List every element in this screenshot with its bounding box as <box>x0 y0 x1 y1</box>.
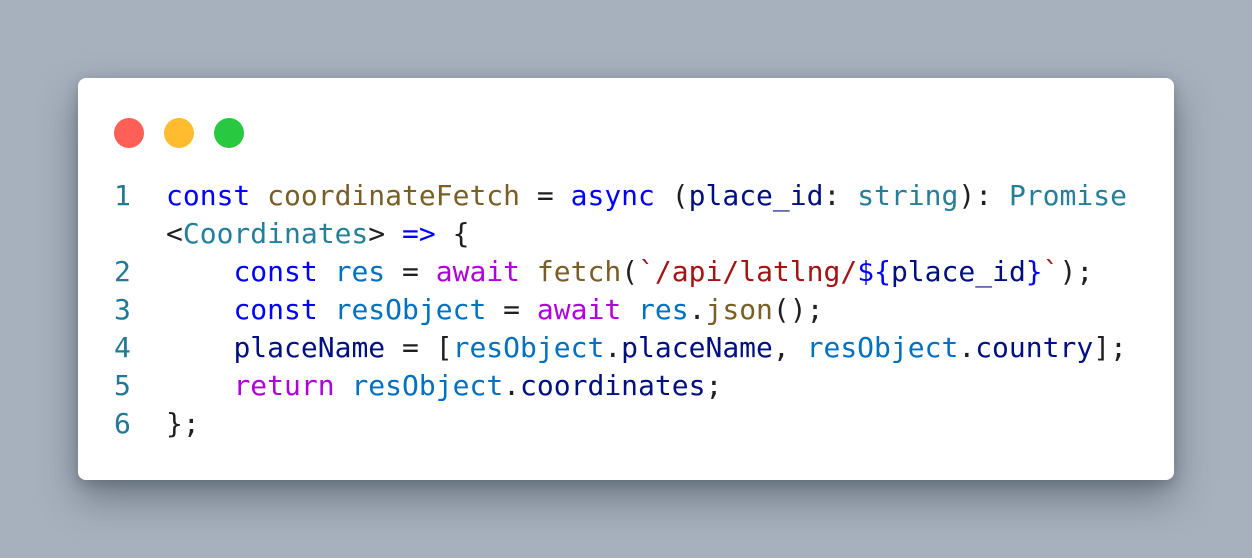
line-number: 4 <box>114 331 131 364</box>
line-text: <Coordinates> => { <box>166 215 469 253</box>
code-token: const <box>166 179 251 212</box>
code-token: place_id <box>688 179 824 212</box>
line-text: const resObject = await res.json(); <box>166 291 824 329</box>
code-token: ); <box>1059 255 1094 288</box>
code-token: resObject <box>351 369 504 402</box>
code-token: < <box>166 217 183 250</box>
code-token: await <box>536 293 622 326</box>
code-token: const <box>233 293 318 326</box>
code-token: = [ <box>385 331 453 364</box>
code-token: place_id <box>890 255 1026 288</box>
code-token: ( <box>654 179 689 212</box>
code-token: : <box>823 179 858 212</box>
code-token: resObject <box>452 331 605 364</box>
code-token: > <box>368 217 403 250</box>
code-token: . <box>688 293 706 326</box>
code-token: placeName <box>233 331 386 364</box>
code-token: const <box>233 255 318 288</box>
code-token: , <box>772 331 807 364</box>
maximize-button[interactable] <box>214 118 244 148</box>
code-token: Coordinates <box>182 217 369 250</box>
code-token: Promise <box>1008 179 1127 212</box>
code-token: ; <box>705 369 723 402</box>
line-text: return resObject.coordinates; <box>166 367 722 405</box>
code-token: { <box>435 217 470 250</box>
line-text: placeName = [resObject.placeName, resObj… <box>166 329 1127 367</box>
code-token: ` <box>1042 255 1060 288</box>
code-token: ( <box>621 255 639 288</box>
code-token: ]; <box>1093 331 1127 364</box>
code-token: } <box>1025 255 1043 288</box>
code-token: country <box>975 331 1094 364</box>
code-token: . <box>958 331 976 364</box>
code-token: coordinates <box>520 369 706 402</box>
minimize-button[interactable] <box>164 118 194 148</box>
line-text: const res = await fetch(`/api/latlng/${p… <box>166 253 1093 291</box>
close-button[interactable] <box>114 118 144 148</box>
code-token: = <box>486 293 537 326</box>
line-text: const coordinateFetch = async (place_id:… <box>166 177 1127 215</box>
code-token: return <box>233 369 335 402</box>
code-token: resObject <box>334 293 487 326</box>
line-number: 1 <box>114 179 131 212</box>
code-token: . <box>503 369 521 402</box>
code-token: `/api/latlng/ <box>638 255 858 288</box>
code-token: ${ <box>857 255 891 288</box>
code-token: (); <box>772 293 824 326</box>
code-token: res <box>638 293 689 326</box>
code-token: }; <box>166 407 200 440</box>
code-token: fetch <box>536 255 622 288</box>
code-token: = <box>385 255 436 288</box>
code-token: string <box>857 179 959 212</box>
code-token: coordinateFetch <box>267 179 521 212</box>
code-token: json <box>705 293 773 326</box>
code-token: res <box>334 255 386 288</box>
line-number: 3 <box>114 293 131 326</box>
code-token: resObject <box>806 331 959 364</box>
code-window: 1 const coordinateFetch = async (place_id… <box>78 78 1174 480</box>
line-number: 5 <box>114 369 131 402</box>
code-token: await <box>435 255 521 288</box>
line-number: 6 <box>114 407 131 440</box>
code-token: async <box>570 179 655 212</box>
code-token: = <box>520 179 571 212</box>
code-token: => <box>402 217 436 250</box>
code-token: placeName <box>621 331 773 364</box>
line-text: }; <box>166 405 200 443</box>
code-token: . <box>604 331 622 364</box>
code-token: ): <box>958 179 1009 212</box>
line-number: 2 <box>114 255 131 288</box>
